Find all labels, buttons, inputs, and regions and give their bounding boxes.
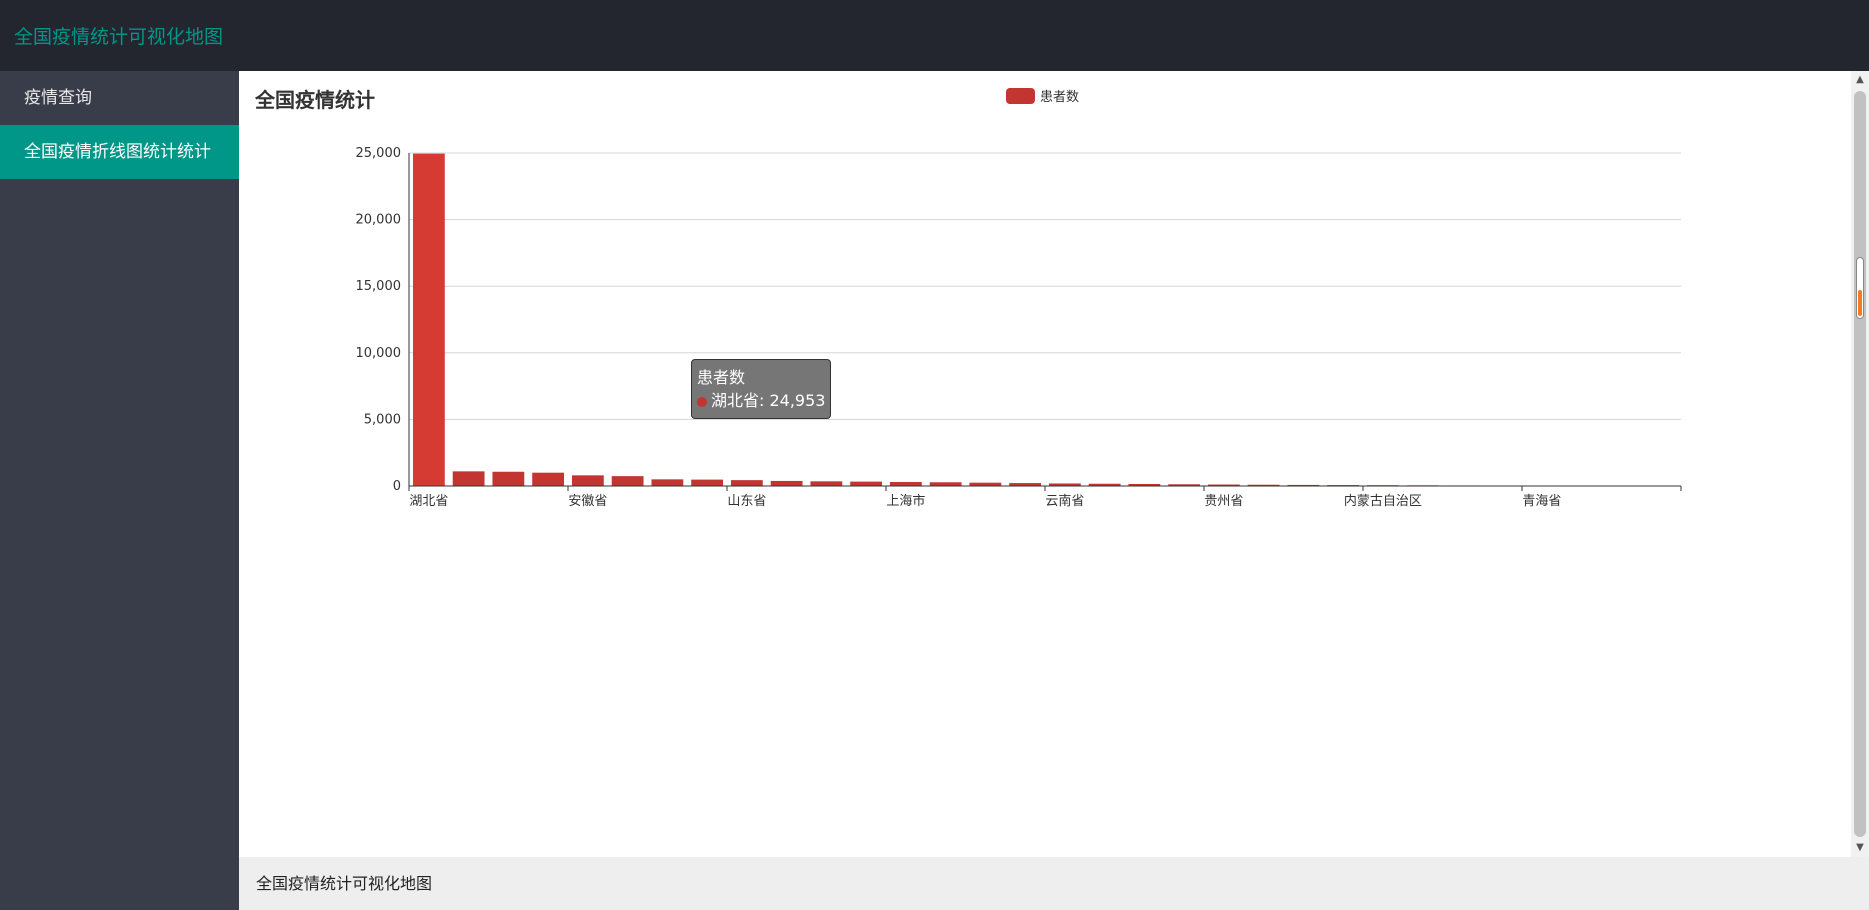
- bar[interactable]: [810, 481, 843, 486]
- bar-series[interactable]: [412, 153, 1678, 487]
- tooltip-value: 湖北省: 24,953: [711, 391, 826, 410]
- x-tick-label: 内蒙古自治区: [1344, 493, 1422, 509]
- bar[interactable]: [850, 481, 883, 486]
- y-tick-label: 25,000: [356, 146, 402, 161]
- bar-chart: 全国疫情统计 患者数 25,000 20,000 15,000 10,000 5,000…: [254, 88, 1682, 509]
- y-tick-label: 15,000: [356, 279, 402, 294]
- x-tick-label: 安徽省: [568, 494, 607, 509]
- sidebar-item-national-chart[interactable]: 全国疫情折线图统计统计: [0, 125, 239, 179]
- legend-label: 患者数: [1040, 90, 1079, 105]
- bar[interactable]: [532, 472, 565, 486]
- app-logo-title[interactable]: 全国疫情统计可视化地图: [14, 22, 223, 49]
- x-axis: 湖北省 安徽省 山东省 上海市 云南省 贵州省 内蒙古自治区 青海省: [408, 485, 1682, 509]
- bar[interactable]: [730, 480, 763, 486]
- x-tick-label: 青海省: [1522, 494, 1561, 509]
- bar[interactable]: [691, 479, 724, 486]
- x-tick-label: 贵州省: [1204, 494, 1243, 509]
- y-tick-label: 0: [393, 479, 401, 494]
- chart-gridlines: [409, 152, 1681, 420]
- main-content: 全国疫情统计 患者数 25,000 20,000 15,000 10,000 5,000…: [239, 71, 1851, 857]
- scroll-thumb-grip: [1858, 290, 1862, 316]
- legend-swatch: [1006, 88, 1035, 104]
- scroll-track[interactable]: [1854, 91, 1866, 837]
- sidebar-item-epidemic-query[interactable]: 疫情查询: [0, 71, 239, 125]
- tooltip-marker-icon: [697, 397, 707, 407]
- top-header: 全国疫情统计可视化地图: [0, 0, 1869, 71]
- x-tick-label: 湖北省: [409, 494, 448, 509]
- y-axis: 25,000 20,000 15,000 10,000 5,000 0: [356, 146, 410, 494]
- vertical-scrollbar[interactable]: ▲ ▼: [1851, 71, 1869, 857]
- sidebar: 疫情查询 全国疫情折线图统计统计: [0, 71, 239, 910]
- y-tick-label: 5,000: [364, 412, 401, 427]
- bar[interactable]: [452, 471, 485, 486]
- chart-legend[interactable]: 患者数: [1006, 88, 1079, 105]
- bar[interactable]: [492, 471, 525, 486]
- y-tick-label: 10,000: [356, 346, 402, 361]
- bar[interactable]: [571, 475, 604, 486]
- bar[interactable]: [611, 476, 644, 486]
- footer: 全国疫情统计可视化地图: [239, 857, 1869, 910]
- bar[interactable]: [889, 482, 922, 486]
- x-tick-label: 上海市: [886, 493, 925, 509]
- chart-title: 全国疫情统计: [254, 88, 375, 112]
- bar[interactable]: [412, 153, 445, 486]
- x-tick-label: 云南省: [1045, 493, 1084, 509]
- bar[interactable]: [651, 479, 684, 486]
- scroll-thumb[interactable]: [1856, 257, 1864, 319]
- tooltip-item: 湖北省: 24,953: [697, 389, 825, 412]
- x-tick-label: 山东省: [727, 494, 766, 509]
- y-tick-label: 20,000: [356, 213, 402, 228]
- bar[interactable]: [929, 482, 962, 486]
- tooltip-series-name: 患者数: [697, 368, 746, 387]
- bar[interactable]: [770, 480, 803, 486]
- scroll-down-arrow-icon[interactable]: ▼: [1851, 839, 1869, 857]
- scroll-up-arrow-icon[interactable]: ▲: [1851, 71, 1869, 89]
- chart-tooltip: 患者数 湖北省: 24,953: [691, 359, 832, 419]
